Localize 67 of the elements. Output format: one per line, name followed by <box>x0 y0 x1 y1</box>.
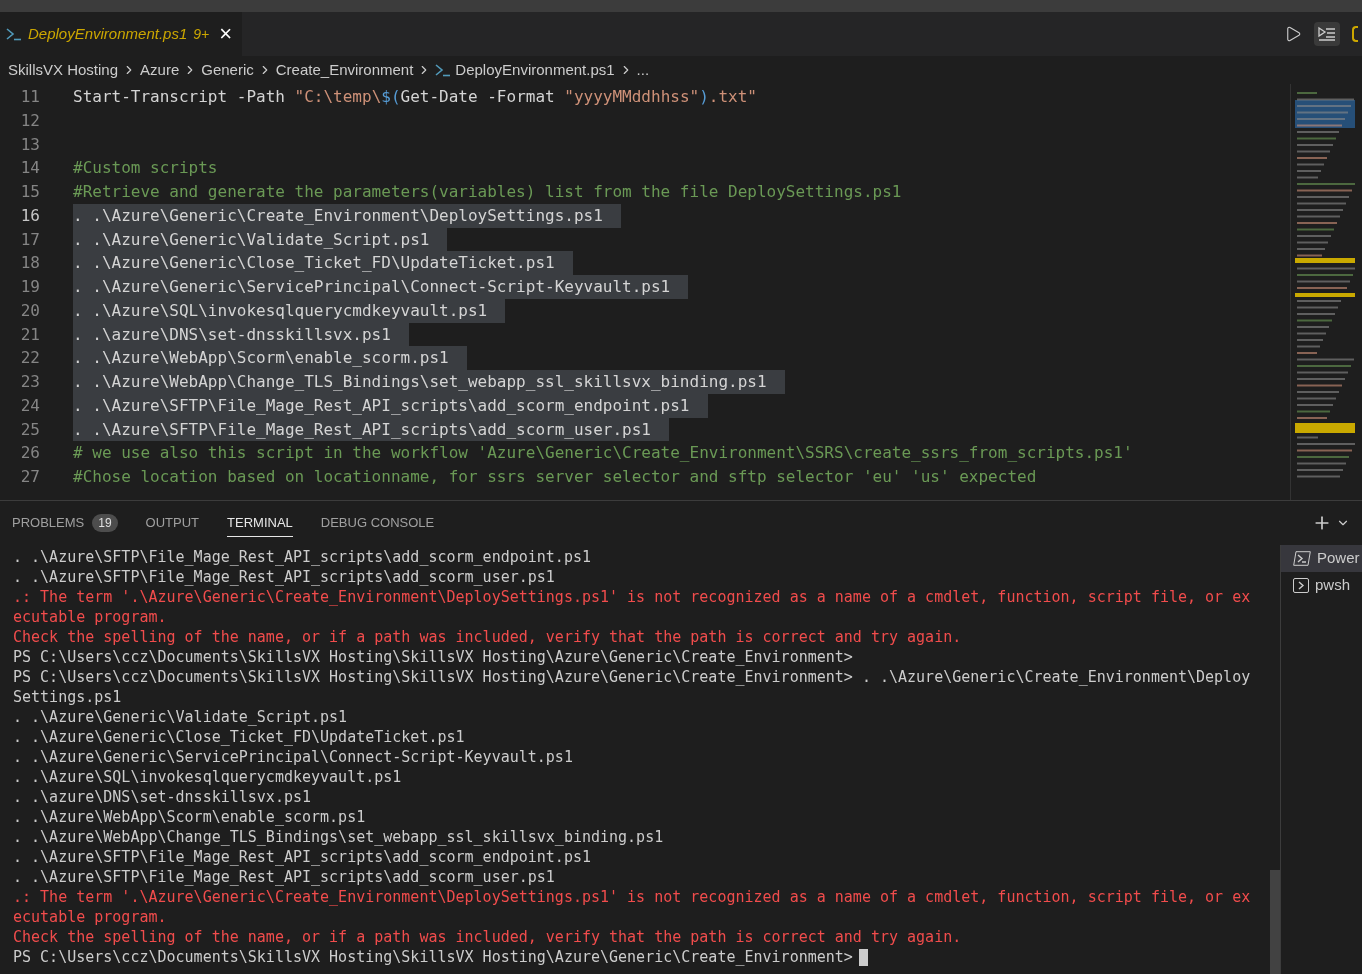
terminal-line: .: The term '.\Azure\Generic\Create_Environment\DeploySettings.ps1' is not recognized as a name of a cmdlet, function, script file, or ex <box>13 587 1251 607</box>
terminal-line: PS C:\Users\ccz\Documents\SkillsVX Hosting\SkillsVX Hosting\Azure\Generic\Create_Environment> <box>13 947 868 967</box>
line-number: 14 <box>19 157 40 180</box>
code-line: #Chose location based on locationname, for ssrs server selector and sftp selector 'eu' 'us' expected <box>73 466 1038 488</box>
terminal-line: . .\Azure\Generic\ServicePrincipal\Connect-Script-Keyvault.ps1 <box>13 747 573 767</box>
terminal-line: Check the spelling of the name, or if a path was included, verify that the path is correct and try again. <box>13 627 962 647</box>
powershell-icon <box>6 27 22 41</box>
line-number: 19 <box>19 276 40 298</box>
line-number: 17 <box>19 228 40 251</box>
terminal-line: . .\Azure\SFTP\File_Mage_Rest_API_scripts\add_scorm_user.ps1 <box>13 867 555 887</box>
terminal-icon <box>1293 578 1309 593</box>
code-line: #Retrieve and generate the parameters(variables) list from the file DeploySettings.ps1 <box>73 181 903 203</box>
close-button[interactable]: × <box>219 23 233 45</box>
breadcrumb-item[interactable]: Generic <box>201 58 254 82</box>
terminal-line: . .\Azure\WebApp\Scorm\enable_scorm.ps1 <box>13 807 366 827</box>
panel-tab[interactable]: DEBUG CONSOLE <box>320 508 435 538</box>
terminal-line: .: The term '.\Azure\Generic\Create_Environment\DeploySettings.ps1' is not recognized as a name of a cmdlet, function, script file, or ex <box>13 887 1251 907</box>
breadcrumb-item[interactable]: SkillsVX Hosting <box>8 58 119 82</box>
breadcrumb-item[interactable]: DeployEnvironment.ps1 <box>455 58 615 82</box>
terminal-line: . .\Azure\SQL\invokesqlquerycmdkeyvault.ps1 <box>13 767 402 787</box>
terminal-list-item[interactable]: Power <box>1281 545 1362 572</box>
breadcrumb-item[interactable]: Azure <box>140 58 180 82</box>
problem-count: 9+ <box>193 24 210 44</box>
line-number: 16 <box>19 204 40 227</box>
problem-badge: 19 <box>92 513 118 532</box>
terminal-list-item[interactable]: pwsh <box>1281 572 1362 599</box>
line-number: 24 <box>19 394 40 417</box>
terminal-line: . .\Azure\SFTP\File_Mage_Rest_API_scripts\add_scorm_endpoint.ps1 <box>13 847 591 867</box>
terminal-line: . .\azure\DNS\set-dnsskillsvx.ps1 <box>13 787 311 807</box>
run-selection-icon[interactable] <box>1314 22 1340 46</box>
code-line: Start-Transcript -Path "C:\temp\$(Get-Date -Format "yyyyMMddhhss").txt" <box>73 86 758 108</box>
powershell-icon <box>1293 551 1311 566</box>
line-number: 20 <box>19 299 40 322</box>
code-line: #Custom scripts <box>73 157 219 180</box>
panel-tab[interactable]: TERMINAL <box>227 508 293 538</box>
line-number: 18 <box>19 252 40 275</box>
terminal-line: PS C:\Users\ccz\Documents\SkillsVX Hosting\SkillsVX Hosting\Azure\Generic\Create_Environment> <box>13 647 853 667</box>
terminal-line: ecutable program. <box>13 607 167 627</box>
line-number: 26 <box>19 442 40 465</box>
powershell-icon <box>435 63 452 77</box>
line-number: 13 <box>19 133 40 156</box>
run-icon[interactable] <box>1284 25 1302 43</box>
panel-tab[interactable]: OUTPUT <box>145 508 200 538</box>
terminal-line: Settings.ps1 <box>13 687 122 707</box>
editor-tab[interactable]: DeployEnvironment.ps1 9+ × <box>0 12 243 56</box>
terminal-line: . .\Azure\Generic\Close_Ticket_FD\UpdateTicket.ps1 <box>13 727 465 747</box>
line-number: 21 <box>19 323 40 346</box>
terminal-line: . .\Azure\WebApp\Change_TLS_Bindings\set_webapp_ssl_skillsvx_binding.ps1 <box>13 827 664 847</box>
breadcrumb-item[interactable]: Create_Environment <box>275 58 414 82</box>
line-number: 11 <box>19 86 40 108</box>
line-number: 27 <box>19 466 40 488</box>
code-line: # we use also this script in the workflow 'Azure\Generic\Create_Environment\SSRS\create_ssrs_from_scripts.ps1' <box>73 442 1134 465</box>
line-number: 22 <box>19 347 40 370</box>
line-number: 25 <box>19 418 40 441</box>
scrollbar[interactable] <box>1270 870 1280 974</box>
line-number: 15 <box>19 181 40 203</box>
terminal-line: PS C:\Users\ccz\Documents\SkillsVX Hosting\SkillsVX Hosting\Azure\Generic\Create_Environment> . .\Azure\Generic\Create_Environment\Deploy <box>13 667 1251 687</box>
terminal-line: . .\Azure\Generic\Validate_Script.ps1 <box>13 707 348 727</box>
terminal-line: . .\Azure\SFTP\File_Mage_Rest_API_scripts\add_scorm_endpoint.ps1 <box>13 547 591 567</box>
terminal-line: . .\Azure\SFTP\File_Mage_Rest_API_scripts\add_scorm_user.ps1 <box>13 567 555 587</box>
line-number: 12 <box>19 109 40 132</box>
terminal-line: ecutable program. <box>13 907 167 927</box>
breadcrumb-item[interactable]: ... <box>636 58 650 82</box>
terminal-line: Check the spelling of the name, or if a path was included, verify that the path is correct and try again. <box>13 927 962 947</box>
line-number: 23 <box>19 371 40 393</box>
panel-tab[interactable]: PROBLEMS 19 <box>12 508 118 538</box>
tab-title: DeployEnvironment.ps1 <box>28 23 188 44</box>
